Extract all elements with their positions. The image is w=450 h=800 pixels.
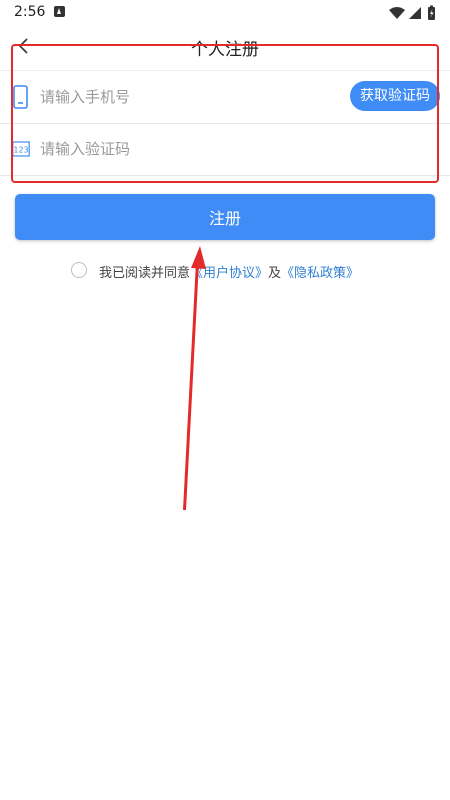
code-row: 123 bbox=[0, 123, 450, 176]
code-icon-label: 123 bbox=[13, 146, 28, 155]
agreement-row: 我已阅读并同意《用户协议》及《隐私政策》 bbox=[0, 260, 450, 282]
status-bar: 2:56 bbox=[0, 0, 450, 26]
signal-icon bbox=[409, 7, 421, 19]
phone-input[interactable] bbox=[40, 84, 330, 110]
agreement-text: 我已阅读并同意《用户协议》及《隐私政策》 bbox=[99, 262, 359, 281]
status-icons bbox=[389, 5, 435, 20]
agreement-prefix: 我已阅读并同意 bbox=[99, 266, 191, 281]
agreement-joiner: 及 bbox=[268, 266, 282, 281]
user-agreement-link[interactable]: 《用户协议》 bbox=[190, 266, 268, 281]
battery-icon bbox=[428, 5, 435, 20]
privacy-policy-link[interactable]: 《隐私政策》 bbox=[281, 266, 359, 281]
wifi-icon bbox=[389, 7, 405, 19]
code-input[interactable] bbox=[40, 136, 330, 162]
header: 个人注册 bbox=[0, 26, 450, 68]
page-title: 个人注册 bbox=[191, 40, 259, 60]
status-time: 2:56 bbox=[14, 4, 46, 20]
phone-row: 获取验证码 bbox=[0, 70, 450, 124]
phone-icon bbox=[13, 85, 28, 109]
agree-radio[interactable] bbox=[71, 262, 87, 278]
register-button[interactable]: 注册 bbox=[15, 194, 435, 240]
get-code-button[interactable]: 获取验证码 bbox=[350, 81, 440, 111]
code-icon: 123 bbox=[12, 141, 30, 157]
notification-icon bbox=[54, 6, 65, 17]
